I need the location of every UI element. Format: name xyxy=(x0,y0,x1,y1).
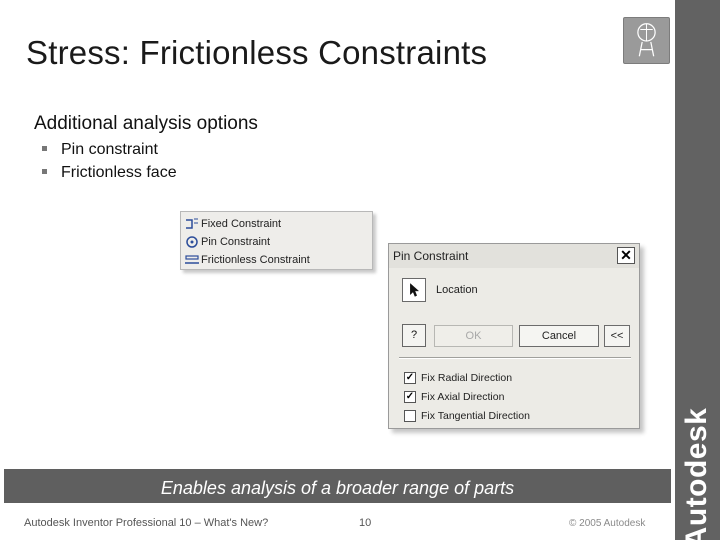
constraint-menu: Fixed Constraint Pin Constraint Friction… xyxy=(180,211,373,270)
bullet-text: Pin constraint xyxy=(61,141,158,158)
close-icon: ✕ xyxy=(620,247,632,263)
menu-item-label: Fixed Constraint xyxy=(201,218,282,230)
select-arrow-icon xyxy=(410,283,420,297)
fixed-constraint-icon xyxy=(184,217,200,231)
autodesk-seal-icon xyxy=(623,17,670,64)
bullet-list: Pin constraint Frictionless face xyxy=(42,138,177,184)
fix-radial-direction-checkbox[interactable]: ✓ xyxy=(404,372,416,384)
option-label: Fix Tangential Direction xyxy=(421,410,530,422)
slide-title: Stress: Frictionless Constraints xyxy=(26,34,488,71)
pin-constraint-icon xyxy=(184,235,200,249)
fix-axial-direction-checkbox[interactable]: ✓ xyxy=(404,391,416,403)
bullet-item: Frictionless face xyxy=(42,161,177,184)
page-number: 10 xyxy=(359,517,372,529)
option-label: Fix Radial Direction xyxy=(421,372,513,384)
menu-item-fixed-constraint[interactable]: Fixed Constraint xyxy=(184,215,370,233)
close-button[interactable]: ✕ xyxy=(617,247,635,264)
brand-wordmark: Autodesk xyxy=(680,407,713,540)
location-label: Location xyxy=(436,284,478,296)
dialog-title: Pin Constraint xyxy=(393,249,469,263)
fix-axial-direction-option[interactable]: ✓ Fix Axial Direction xyxy=(404,391,504,403)
caption-text: Enables analysis of a broader range of p… xyxy=(160,478,515,498)
bullet-item: Pin constraint xyxy=(42,138,177,161)
menu-item-label: Pin Constraint xyxy=(201,236,271,248)
frictionless-constraint-icon xyxy=(184,253,200,267)
fix-tangential-direction-checkbox[interactable] xyxy=(404,410,416,422)
collapse-options-button[interactable]: << xyxy=(604,325,630,347)
menu-item-pin-constraint[interactable]: Pin Constraint xyxy=(184,233,370,251)
menu-item-label: Frictionless Constraint xyxy=(201,254,310,266)
help-button[interactable]: ? xyxy=(402,324,426,347)
copyright: © 2005 Autodesk xyxy=(569,518,646,529)
location-select-button[interactable] xyxy=(402,278,426,302)
fix-tangential-direction-option[interactable]: Fix Tangential Direction xyxy=(404,410,530,422)
dialog-titlebar[interactable]: Pin Constraint ✕ xyxy=(389,244,639,268)
fix-radial-direction-option[interactable]: ✓ Fix Radial Direction xyxy=(404,372,512,384)
menu-item-frictionless-constraint[interactable]: Frictionless Constraint xyxy=(184,251,370,269)
dialog-separator xyxy=(399,357,631,359)
bullet-text: Frictionless face xyxy=(61,164,177,181)
bullet-icon xyxy=(42,146,47,151)
cancel-button[interactable]: Cancel xyxy=(519,325,599,347)
option-label: Fix Axial Direction xyxy=(421,391,505,403)
section-heading: Additional analysis options xyxy=(34,113,258,134)
ok-button[interactable]: OK xyxy=(434,325,513,347)
bullet-icon xyxy=(42,169,47,174)
footer-course-title: Autodesk Inventor Professional 10 – What… xyxy=(24,517,269,529)
help-icon: ? xyxy=(410,329,418,341)
pin-constraint-dialog: Pin Constraint ✕ Location ? OK Cancel <<… xyxy=(388,243,640,429)
